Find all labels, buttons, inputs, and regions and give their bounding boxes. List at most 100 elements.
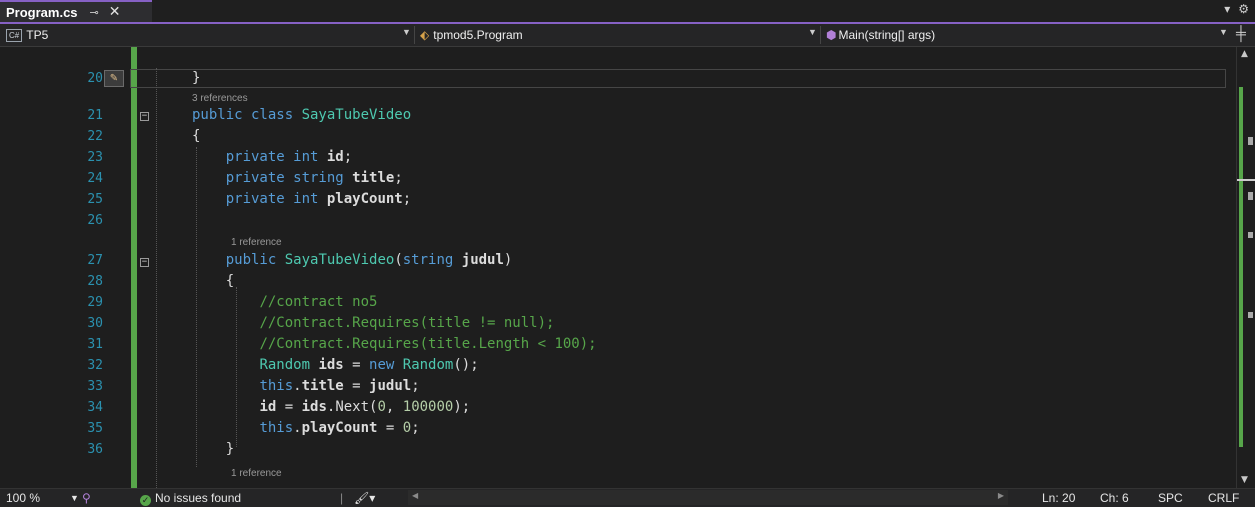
line-number: 28 [87,274,103,289]
issues-text: No issues found [155,491,242,505]
code-text: } [192,70,201,86]
horizontal-scrollbar[interactable]: ◀ ▶ [408,490,1008,505]
code-text: private int id; [225,149,353,165]
code-line: 30 //Contract.Requires(title != null); [0,313,1236,334]
line-indicator[interactable]: Ln: 20 [1042,491,1075,505]
overview-mark [1248,192,1253,200]
overview-mark [1248,137,1253,145]
code-text: Random ids = new Random(); [259,357,479,373]
whitespace-indicator[interactable]: SPC [1158,491,1183,505]
pin-icon[interactable]: ⊸ [90,6,99,19]
scroll-down-icon[interactable]: ▼ [1241,475,1248,485]
tab-program-cs[interactable]: Program.cs ⊸ ✕ [0,0,152,22]
code-line: 34 id = ids.Next(0, 100000); [0,397,1236,418]
code-text: public SayaTubeVideo(string judul) [225,252,513,268]
code-editor[interactable]: 20 } ✎ 3 references − − 21 public class … [0,47,1236,488]
line-number: 24 [87,171,103,186]
line-number: 21 [87,108,103,123]
code-text: } [192,441,235,457]
code-line: 24 private string title; [0,168,1236,189]
member-dropdown[interactable]: ⬢ Main(string[] args) [826,24,1206,46]
type-dropdown[interactable]: ⬖ tpmod5.Program [420,24,810,46]
navigation-bar: C# TP5 ▼ ⬖ tpmod5.Program ▼ ⬢ Main(strin… [0,24,1255,47]
change-overview [1239,87,1243,447]
project-name: TP5 [26,28,49,42]
code-line: 26 [0,210,1236,231]
chevron-down-icon[interactable]: ▼ [70,493,79,503]
quick-actions-icon[interactable]: ✎ [104,70,124,87]
column-indicator[interactable]: Ch: 6 [1100,491,1129,505]
csharp-project-icon: C# [6,28,23,42]
codelens-references[interactable]: 1 reference [231,236,282,249]
split-window-icon[interactable]: ╪ [1236,25,1246,41]
line-number: 20 [87,71,103,86]
code-text: //Contract.Requires(title != null); [259,315,555,331]
chevron-down-icon[interactable]: ▾ [1224,2,1230,16]
code-text: this.playCount = 0; [259,420,420,436]
copilot-icon[interactable]: ⚲ [82,491,91,505]
code-line: 31 //Contract.Requires(title.Length < 10… [0,334,1236,355]
code-line: 23 private int id; [0,147,1236,168]
chevron-down-icon[interactable]: ▼ [1219,27,1228,37]
code-line: 25 private int playCount; [0,189,1236,210]
codelens-references[interactable]: 1 reference [231,467,282,480]
code-line: 20 } [0,68,1236,89]
code-text: private string title; [225,170,403,186]
zoom-level[interactable]: 100 % [6,491,40,505]
chevron-down-icon[interactable]: ▼ [402,27,411,37]
tab-title: Program.cs [6,4,78,20]
code-line: 27 public SayaTubeVideo(string judul) [0,250,1236,271]
issues-indicator[interactable]: ✓ No issues found [140,491,241,506]
code-line: 28 { [0,271,1236,292]
project-dropdown[interactable]: C# TP5 [6,24,406,46]
code-text: private int playCount; [225,191,412,207]
code-text: //Contract.Requires(title.Length < 100); [259,336,597,352]
caret-position-marker [1237,179,1255,181]
class-icon: ⬖ [420,28,430,42]
line-number: 25 [87,192,103,207]
scroll-right-icon[interactable]: ▶ [998,491,1004,500]
line-ending-indicator[interactable]: CRLF [1208,491,1239,505]
code-line: 35 this.playCount = 0; [0,418,1236,439]
line-number: 36 [87,442,103,457]
line-number: 22 [87,129,103,144]
line-number: 27 [87,253,103,268]
code-text: id = ids.Next(0, 100000); [259,399,471,415]
vertical-scrollbar[interactable]: ▲ ▼ [1236,47,1255,488]
document-tab-bar: Program.cs ⊸ ✕ ▾ ⚙ [0,0,1255,22]
chevron-down-icon[interactable]: ▼ [808,27,817,37]
code-text: { [192,128,201,144]
overview-mark [1248,312,1253,318]
line-number: 30 [87,316,103,331]
gear-icon[interactable]: ⚙ [1238,2,1249,16]
code-text: public class SayaTubeVideo [192,107,412,123]
codelens-references[interactable]: 3 references [192,92,248,105]
code-line: 33 this.title = judul; [0,376,1236,397]
scroll-up-icon[interactable]: ▲ [1241,49,1248,59]
divider: | [340,491,344,505]
line-number: 35 [87,421,103,436]
code-line: 21 public class SayaTubeVideo [0,105,1236,126]
method-icon: ⬢ [826,28,837,42]
type-name: tpmod5.Program [433,28,523,42]
tab-options: ▾ ⚙ [1216,2,1249,16]
code-line: 36 } [0,439,1236,460]
line-number: 26 [87,213,103,228]
close-icon[interactable]: ✕ [109,4,121,20]
scroll-left-icon[interactable]: ◀ [412,491,418,500]
check-icon: ✓ [140,495,151,506]
code-cleanup-icon[interactable]: 🖌▾ [354,491,375,505]
line-number: 32 [87,358,103,373]
line-number: 31 [87,337,103,352]
code-line: 22 { [0,126,1236,147]
editor-status-bar: 100 % ▼ ⚲ ✓ No issues found | 🖌▾ ◀ ▶ Ln: … [0,488,1255,507]
line-number: 33 [87,379,103,394]
line-number: 23 [87,150,103,165]
member-name: Main(string[] args) [838,28,936,42]
code-line: 29 //contract no5 [0,292,1236,313]
code-line: 32 Random ids = new Random(); [0,355,1236,376]
overview-mark [1248,232,1253,238]
code-text: //contract no5 [259,294,378,310]
line-number: 29 [87,295,103,310]
code-text: { [192,273,235,289]
